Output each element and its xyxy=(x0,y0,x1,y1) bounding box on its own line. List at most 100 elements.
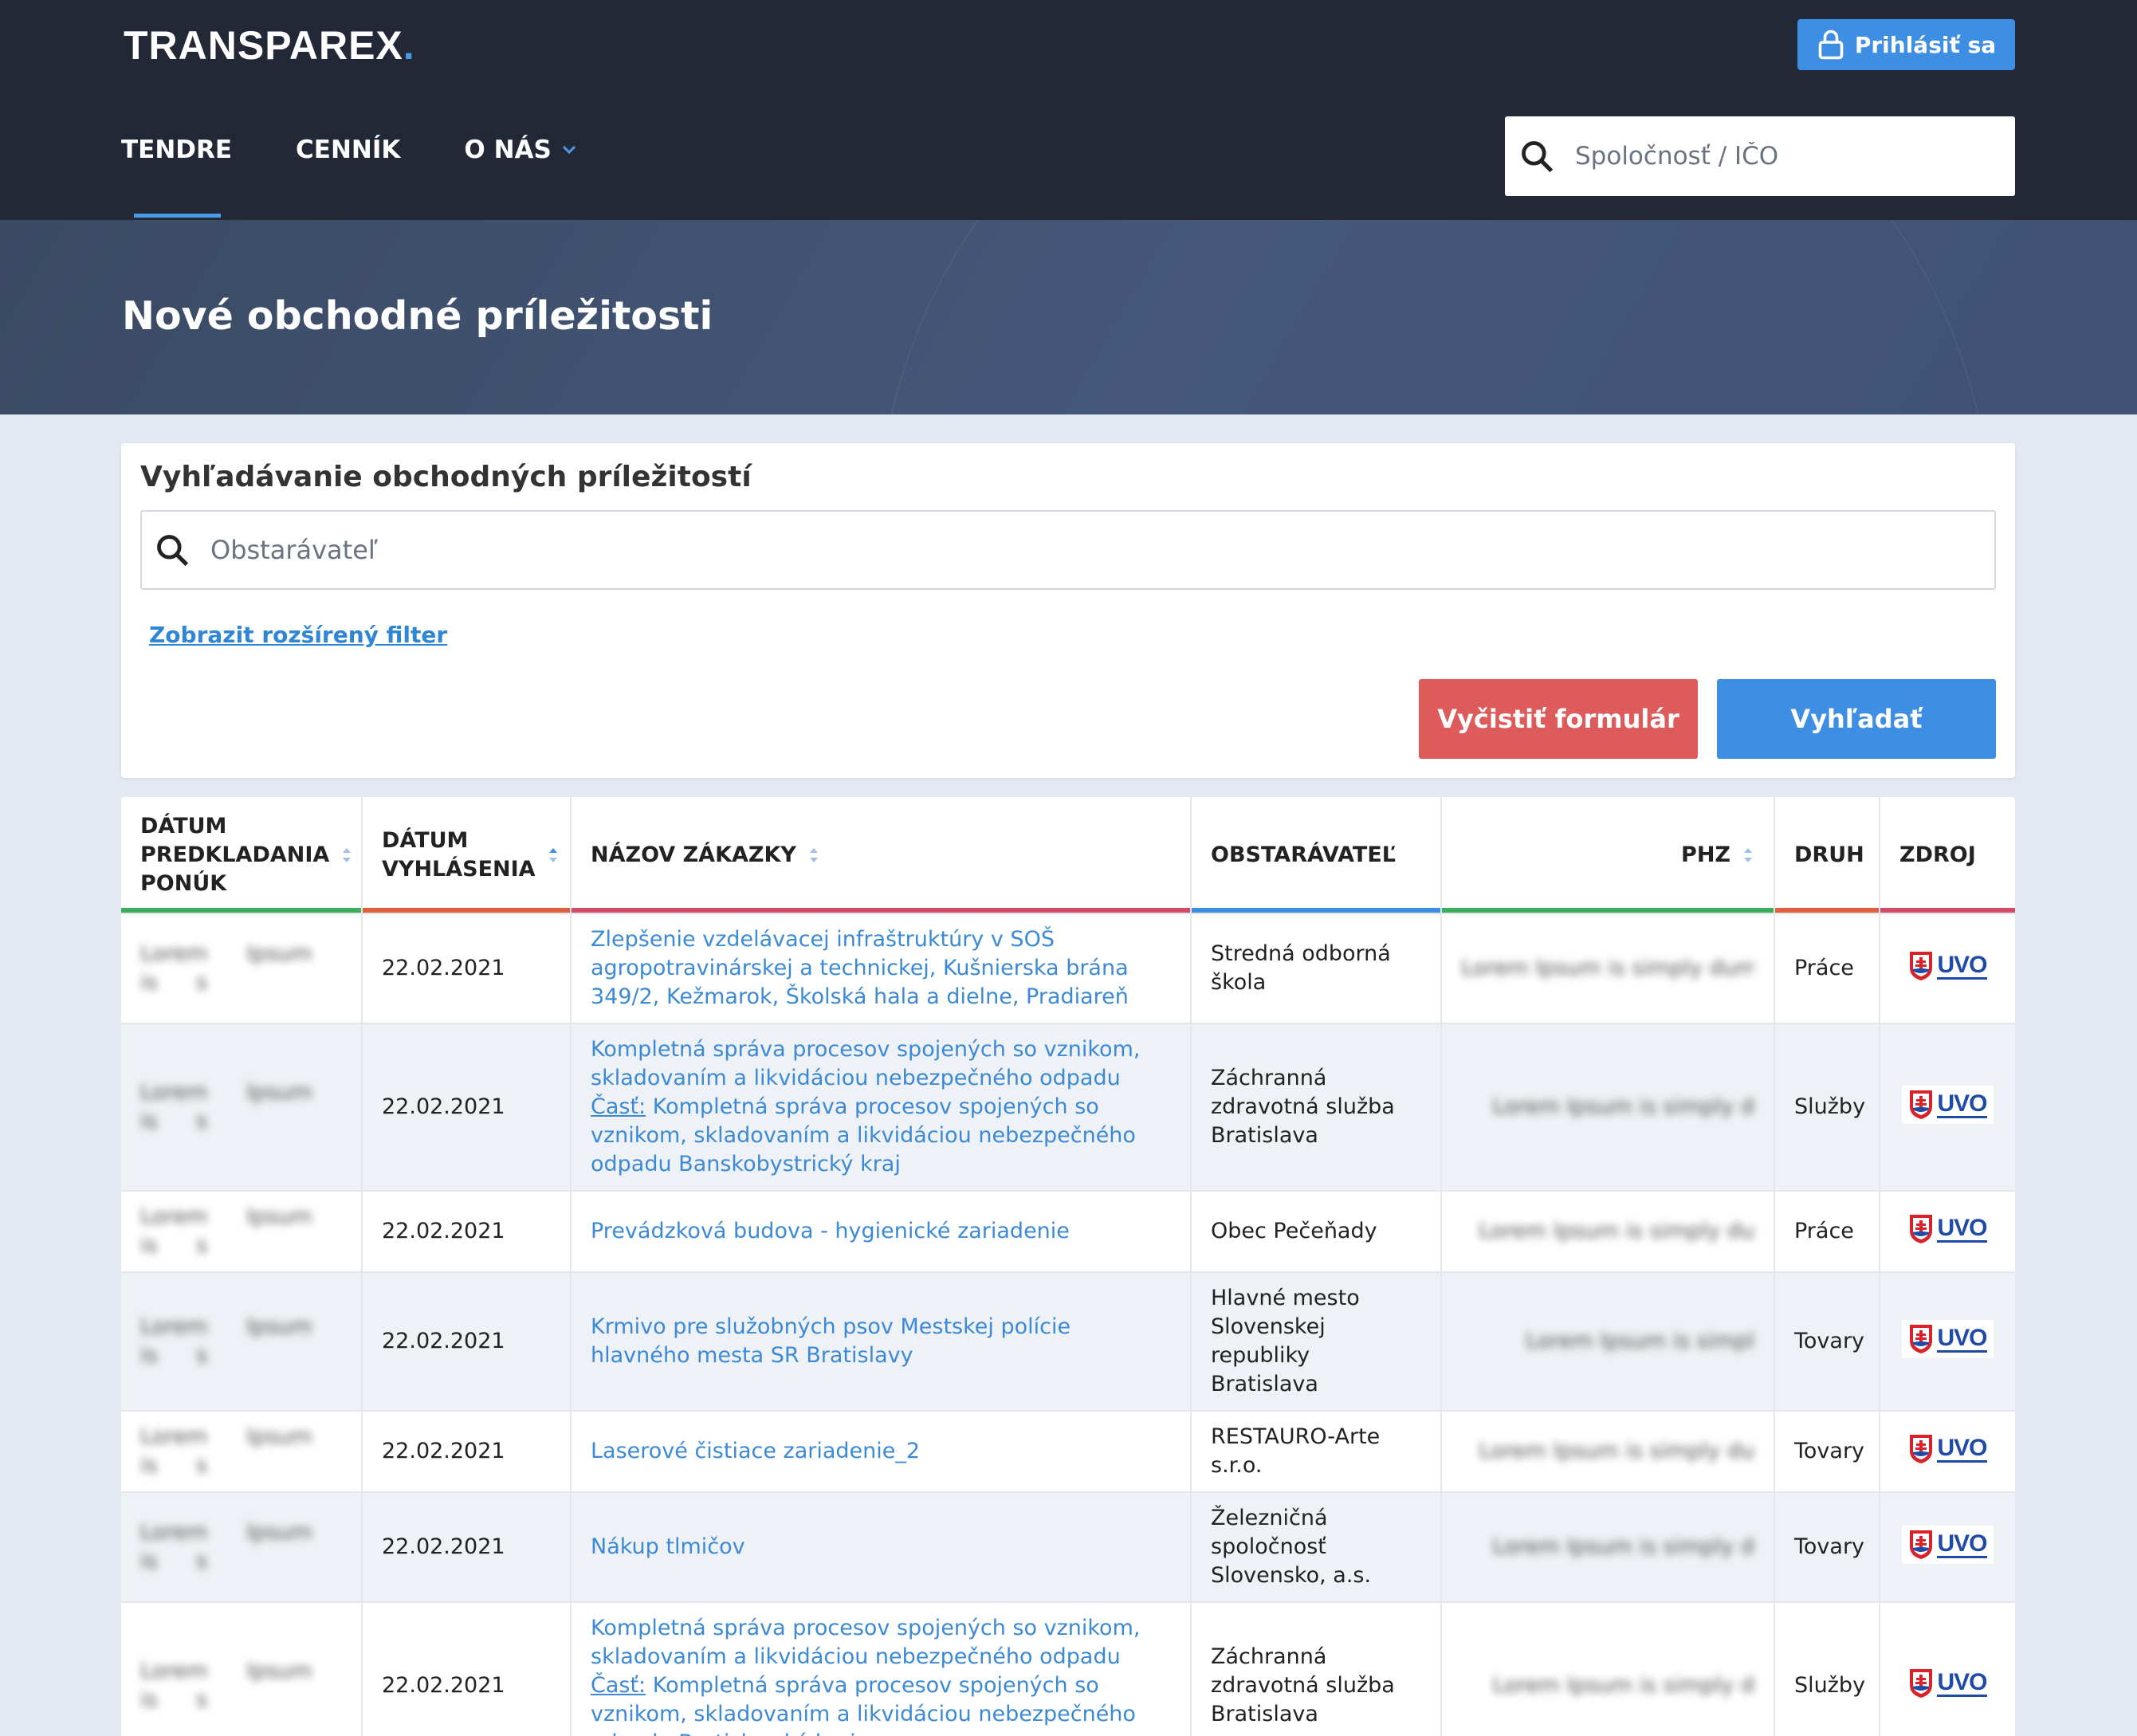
column-header-source: ZDROJ xyxy=(1880,797,2015,913)
tender-title-link[interactable]: Prevádzková budova - hygienické zariaden… xyxy=(591,1219,1070,1243)
deadline-cell: Lorem Ipsum is s xyxy=(140,1659,312,1712)
uvo-logo-icon[interactable]: UVO xyxy=(1902,1430,1994,1468)
published-date: 22.02.2021 xyxy=(382,956,505,980)
column-label: OBSTARÁVATEĽ xyxy=(1211,842,1396,867)
part-label: Časť: xyxy=(591,1094,646,1119)
chevron-down-icon xyxy=(562,145,575,155)
column-color-bar xyxy=(1192,908,1440,913)
column-label: DÁTUM PREDKLADANIA PONÚK xyxy=(140,813,330,896)
buyer-name: Železničná spoločnosť Slovensko, a.s. xyxy=(1211,1506,1372,1588)
top-header: TRANSPAREX. Prihlásiť sa TENDRE CENNÍK O… xyxy=(0,0,2137,220)
table-row[interactable]: Lorem Ipsum is s 22.02.2021 Laserové čisti… xyxy=(121,1410,2015,1492)
advanced-filter-link[interactable]: Zobrazit rozšírený filter xyxy=(149,622,447,648)
phz-value: Lorem Ipsum is simpl xyxy=(1526,1329,1754,1353)
buyer-name: Stredná odborná škola xyxy=(1211,941,1391,995)
column-label: NÁZOV ZÁKAZKY xyxy=(591,842,796,867)
tender-title-link[interactable]: Kompletná správa procesov spojených so v… xyxy=(591,1037,1140,1090)
part-text: Kompletná správa procesov spojených so v… xyxy=(591,1673,1136,1736)
column-header-published[interactable]: DÁTUM VYHLÁSENIA xyxy=(362,797,572,913)
hero-decoration xyxy=(877,220,1993,414)
source-label: UVO xyxy=(1937,951,1988,980)
sort-icon[interactable] xyxy=(547,845,560,866)
company-search-input[interactable] xyxy=(1575,142,1990,171)
deadline-cell: Lorem Ipsum is s xyxy=(140,1520,312,1573)
column-label: DRUH xyxy=(1794,842,1864,867)
table-row[interactable]: Lorem Ipsum is s 22.02.2021 Nákup tlmičov Ž… xyxy=(121,1491,2015,1602)
column-label: PHZ xyxy=(1681,842,1730,867)
buyer-name: RESTAURO-Arte s.r.o. xyxy=(1211,1424,1381,1478)
table-row[interactable]: Lorem Ipsum is s 22.02.2021 Prevádzková bu… xyxy=(121,1190,2015,1272)
part-label: Časť: xyxy=(591,1673,646,1698)
search-icon xyxy=(1522,141,1554,173)
search-icon xyxy=(157,535,189,567)
clear-form-button[interactable]: Vyčistiť formulár xyxy=(1419,679,1698,759)
table-row[interactable]: Lorem Ipsum is s 22.02.2021 Kompletná sprá… xyxy=(121,1601,2015,1736)
published-date: 22.02.2021 xyxy=(382,1094,505,1119)
column-header-title[interactable]: NÁZOV ZÁKAZKY xyxy=(571,797,1192,913)
shield-icon xyxy=(1910,1325,1933,1353)
search-button[interactable]: Vyhľadať xyxy=(1717,679,1996,759)
uvo-logo-icon[interactable]: UVO xyxy=(1902,1320,1994,1358)
shield-icon xyxy=(1910,1215,1933,1243)
tender-title-link[interactable]: Zlepšenie vzdelávacej infraštruktúry v S… xyxy=(591,927,1129,1009)
column-header-deadline[interactable]: DÁTUM PREDKLADANIA PONÚK xyxy=(121,797,363,913)
sort-icon[interactable] xyxy=(1742,845,1754,866)
column-color-bar xyxy=(1880,908,2015,913)
nav-cennik[interactable]: CENNÍK xyxy=(296,136,400,164)
published-date: 22.02.2021 xyxy=(382,1534,505,1559)
sort-icon[interactable] xyxy=(807,845,820,866)
kind-value: Tovary xyxy=(1794,1534,1865,1559)
tender-title-link[interactable]: Krmivo pre služobných psov Mestskej polí… xyxy=(591,1314,1070,1368)
login-button[interactable]: Prihlásiť sa xyxy=(1797,19,2015,70)
deadline-cell: Lorem Ipsum is s xyxy=(140,1204,312,1258)
column-color-bar xyxy=(121,908,361,913)
logo[interactable]: TRANSPAREX. xyxy=(124,22,415,69)
deadline-cell: Lorem Ipsum is s xyxy=(140,1314,312,1368)
shield-icon xyxy=(1910,1435,1933,1463)
tender-title-link[interactable]: Nákup tlmičov xyxy=(591,1534,745,1559)
deadline-cell: Lorem Ipsum is s xyxy=(140,941,312,995)
table-body: Lorem Ipsum is s 22.02.2021 Zlepšenie vzde… xyxy=(121,913,2015,1736)
source-label: UVO xyxy=(1937,1530,1988,1558)
source-label: UVO xyxy=(1937,1090,1988,1118)
table-header: DÁTUM PREDKLADANIA PONÚK DÁTUM VYHLÁSENIA… xyxy=(121,797,2015,913)
nav-o-nas[interactable]: O NÁS xyxy=(464,136,576,164)
kind-value: Služby xyxy=(1794,1673,1866,1698)
shield-icon xyxy=(1910,1530,1933,1559)
shield-icon xyxy=(1910,1090,1933,1119)
table-row[interactable]: Lorem Ipsum is s 22.02.2021 Kompletná sprá… xyxy=(121,1023,2015,1191)
uvo-logo-icon[interactable]: UVO xyxy=(1902,1210,1994,1248)
search-card: Vyhľadávanie obchodných príležitostí Zob… xyxy=(121,443,2015,778)
tender-title-link[interactable]: Kompletná správa procesov spojených so v… xyxy=(591,1616,1140,1669)
buyer-name: Obec Pečeňady xyxy=(1211,1219,1377,1243)
uvo-logo-icon[interactable]: UVO xyxy=(1902,1526,1994,1564)
table-row[interactable]: Lorem Ipsum is s 22.02.2021 Zlepšenie vzde… xyxy=(121,913,2015,1023)
tender-part-link[interactable]: Časť: Kompletná správa procesov spojenýc… xyxy=(591,1673,1136,1736)
published-date: 22.02.2021 xyxy=(382,1329,505,1353)
uvo-logo-icon[interactable]: UVO xyxy=(1902,1086,1994,1124)
kind-value: Tovary xyxy=(1794,1439,1865,1463)
buyer-name: Záchranná zdravotná služba Bratislava xyxy=(1211,1644,1395,1726)
sort-icon[interactable] xyxy=(340,845,353,866)
phz-value: Lorem Ipsum is simply d xyxy=(1492,1534,1754,1559)
company-search[interactable] xyxy=(1505,116,2015,196)
table-row[interactable]: Lorem Ipsum is s 22.02.2021 Krmivo pre slu… xyxy=(121,1271,2015,1411)
tender-title-link[interactable]: Laserové čistiace zariadenie_2 xyxy=(591,1439,920,1463)
phz-value: Lorem Ipsum is simply dumm xyxy=(1461,956,1754,980)
phz-value: Lorem Ipsum is simply du xyxy=(1479,1439,1754,1463)
buyer-search[interactable] xyxy=(140,510,1996,590)
kind-value: Tovary xyxy=(1794,1329,1865,1353)
uvo-logo-icon[interactable]: UVO xyxy=(1902,947,1994,985)
source-label: UVO xyxy=(1937,1434,1988,1463)
buyer-name: Hlavné mesto Slovenskej republiky Bratis… xyxy=(1211,1286,1360,1396)
published-date: 22.02.2021 xyxy=(382,1673,505,1698)
phz-value: Lorem Ipsum is simply d xyxy=(1492,1094,1754,1119)
source-label: UVO xyxy=(1937,1668,1988,1697)
nav-tendre[interactable]: TENDRE xyxy=(121,136,232,218)
uvo-logo-icon[interactable]: UVO xyxy=(1902,1664,1994,1703)
column-color-bar xyxy=(1775,908,1879,913)
column-header-kind: DRUH xyxy=(1774,797,1880,913)
column-header-phz[interactable]: PHZ xyxy=(1441,797,1775,913)
tender-part-link[interactable]: Časť: Kompletná správa procesov spojenýc… xyxy=(591,1094,1136,1176)
buyer-search-input[interactable] xyxy=(210,535,1964,565)
